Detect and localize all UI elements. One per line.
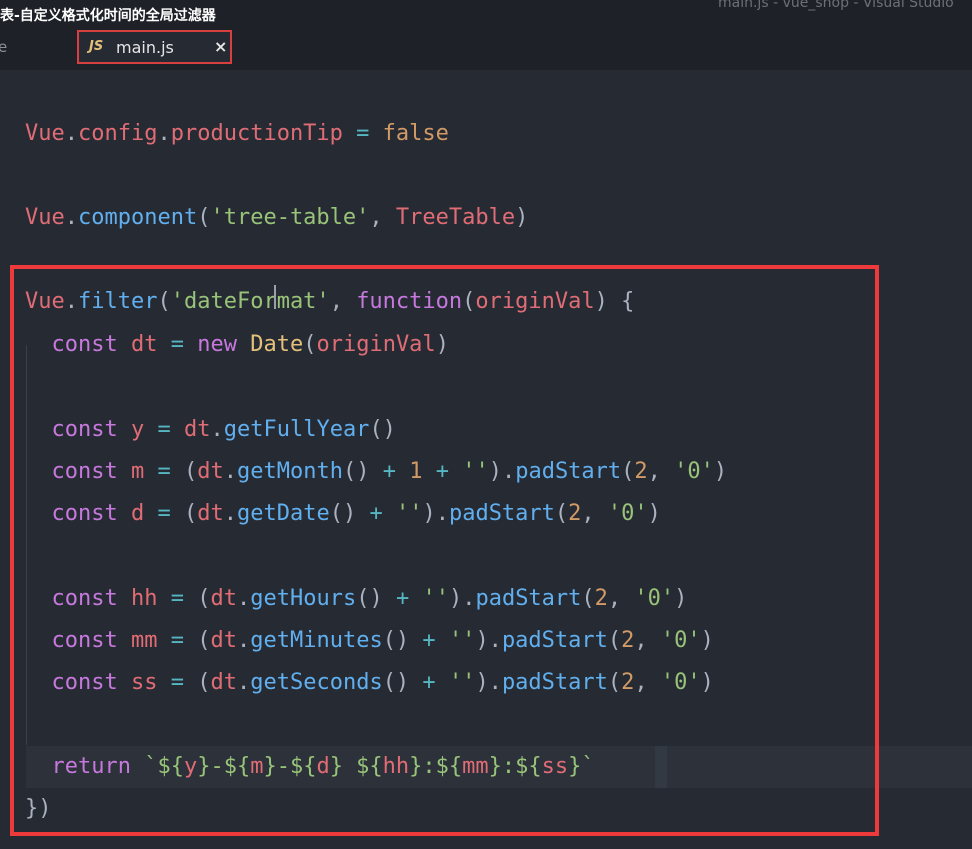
code-token: config xyxy=(78,121,158,146)
code-token: 'tree-table' xyxy=(210,205,370,230)
code-token: . xyxy=(64,205,78,230)
close-icon[interactable]: × xyxy=(214,37,227,56)
code-token: . xyxy=(64,121,78,146)
javascript-file-icon: JS xyxy=(89,39,104,54)
code-token: , xyxy=(369,205,396,230)
code-token: productionTip xyxy=(170,121,343,146)
annotation-highlight-box xyxy=(10,265,879,836)
code-token: ) xyxy=(515,205,529,230)
window-title: main.js - vue_shop - Visual Studio xyxy=(718,0,954,11)
code-token: Vue xyxy=(25,121,65,146)
code-token: false xyxy=(382,121,449,146)
code-token: Vue xyxy=(25,205,65,230)
code-token: TreeTable xyxy=(395,205,516,230)
code-token: . xyxy=(157,121,171,146)
title-bar: 表-自定义格式化时间的全局过滤器 main.js - vue_shop - Vi… xyxy=(0,0,972,30)
tab-previous-file[interactable]: e xyxy=(0,38,7,56)
code-token: component xyxy=(78,205,198,230)
code-line[interactable]: Vue.component('tree-table', TreeTable) xyxy=(25,197,528,239)
code-editor[interactable]: Vue.config.productionTip = false Vue.comp… xyxy=(0,70,972,849)
tab-label: main.js xyxy=(116,38,174,57)
code-line[interactable]: Vue.config.productionTip = false xyxy=(25,113,449,155)
code-token: ( xyxy=(197,205,211,230)
tab-main-js[interactable]: JS main.js × xyxy=(77,30,232,64)
video-overlay-title: 表-自定义格式化时间的全局过滤器 xyxy=(0,8,216,24)
code-token: = xyxy=(342,121,383,146)
tab-bar: e JS main.js × xyxy=(0,30,972,70)
